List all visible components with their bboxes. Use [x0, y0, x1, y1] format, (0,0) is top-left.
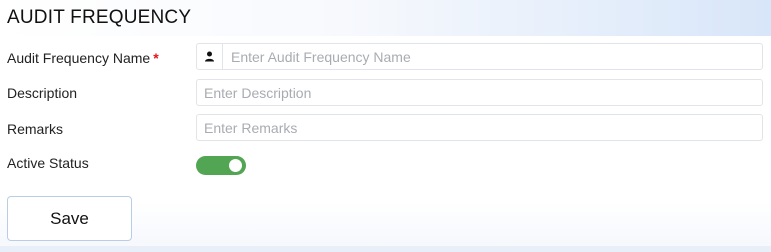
description-field	[196, 79, 763, 106]
active-status-toggle[interactable]	[196, 156, 246, 175]
form-title: AUDIT FREQUENCY	[7, 7, 192, 28]
toggle-knob	[229, 159, 242, 172]
user-icon	[197, 44, 223, 69]
description-input[interactable]	[197, 80, 762, 105]
save-button[interactable]: Save	[7, 196, 132, 241]
description-label: Description	[7, 85, 78, 101]
audit-frequency-name-label-text: Audit Frequency Name	[7, 50, 151, 66]
remarks-label: Remarks	[7, 121, 64, 137]
required-marker: *	[153, 50, 159, 66]
audit-frequency-name-input[interactable]	[197, 44, 762, 69]
active-status-label: Active Status	[7, 155, 89, 171]
audit-frequency-name-label: Audit Frequency Name *	[7, 50, 159, 66]
audit-frequency-name-field	[196, 43, 763, 70]
remarks-input[interactable]	[197, 115, 762, 140]
bottom-divider	[0, 246, 771, 252]
remarks-field	[196, 114, 763, 141]
audit-frequency-form: AUDIT FREQUENCY Audit Frequency Name* De…	[0, 0, 771, 252]
form-header: AUDIT FREQUENCY	[0, 0, 771, 36]
